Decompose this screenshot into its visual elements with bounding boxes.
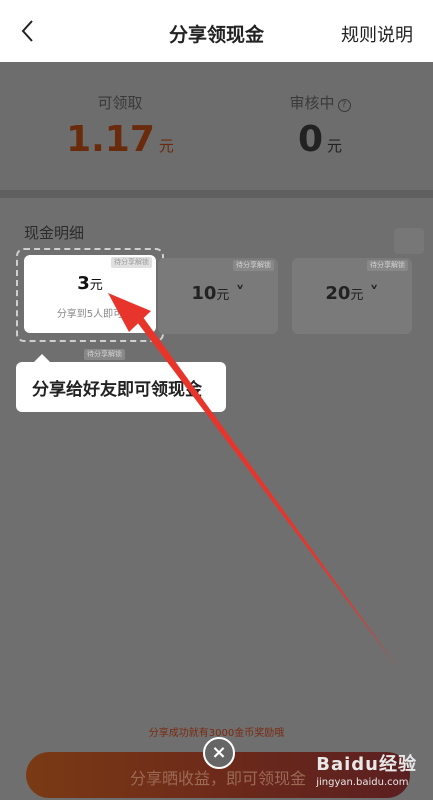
cash-details-title: 现金明细 — [24, 224, 85, 242]
question-circle-icon[interactable]: ? — [337, 99, 351, 112]
cash-card-10[interactable]: 待分享解锁 10元 ˅ — [158, 258, 278, 334]
tooltip-bubble: 分享给好友即可领现金 — [16, 354, 226, 412]
cash-card-20[interactable]: 待分享解锁 20元 ˅ — [292, 258, 412, 334]
card-amount: 3元 — [77, 273, 103, 294]
claimable-stat: 可领取 1.17 元 — [20, 92, 220, 160]
lock-icon-tag: 待分享解锁 — [367, 260, 408, 271]
cash-card-3[interactable]: 待分享解锁 3元 分享到5人即可 — [24, 255, 156, 333]
nav-bar: 分享领现金 规则说明 — [0, 0, 433, 62]
card-amount: 10元 ˅ — [191, 283, 245, 304]
chevron-down-icon: ˅ — [363, 283, 379, 304]
stats-panel: 可领取 1.17 元 审核中? 0元 — [0, 62, 433, 190]
chevron-down-icon: ˅ — [229, 283, 245, 304]
claimable-label: 可领取 — [97, 94, 143, 112]
corner-box — [394, 228, 424, 254]
lock-icon-tag: 待分享解锁 — [233, 260, 274, 271]
claimable-value: 1.17 元 — [66, 119, 174, 160]
baidu-watermark: Baidu经验 jingyan.baidu.com — [316, 754, 417, 788]
tooltip-text: 分享给好友即可领现金 — [32, 380, 202, 400]
lock-icon-tag: 待分享解锁 — [111, 257, 152, 268]
rules-link[interactable]: 规则说明 — [341, 21, 413, 47]
section-divider — [0, 190, 433, 198]
reviewing-label: 审核中? — [220, 92, 420, 113]
lock-icon-tag: 待分享解锁 — [84, 349, 125, 360]
reviewing-stat: 审核中? 0元 — [220, 92, 420, 160]
close-icon[interactable]: × — [203, 737, 235, 769]
reviewing-value: 0元 — [297, 119, 343, 160]
card-subtitle: 分享到5人即可 — [56, 309, 124, 320]
card-amount: 20元 ˅ — [325, 283, 379, 304]
